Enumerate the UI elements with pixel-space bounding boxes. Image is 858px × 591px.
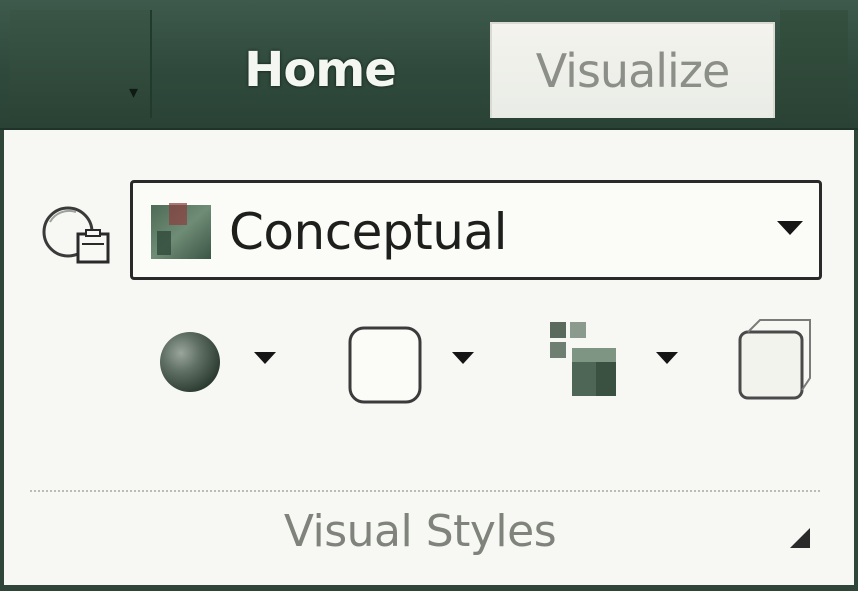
visual-style-dropdown[interactable]: Conceptual [130,180,822,280]
visual-style-value: Conceptual [229,203,508,261]
shadow-dropdown-arrow-icon[interactable] [656,352,678,364]
xray-toggle-button[interactable] [730,318,820,404]
shadow-cubes-icon [550,322,616,396]
dropdown-arrow-icon[interactable] [777,221,803,235]
edge-style-box-icon [348,326,422,404]
tab-home-label: Home [244,42,397,98]
shaded-sphere-icon [160,332,220,392]
visual-style-manager-icon[interactable] [36,200,116,270]
tab-visualize-label: Visualize [535,44,731,98]
application-menu-button[interactable]: ▾ [10,10,152,118]
xray-cube-icon [738,319,811,400]
shadow-style-button[interactable] [540,318,690,404]
chevron-down-icon: ▾ [128,82,138,103]
panel-title: Visual Styles [283,506,557,557]
panel-divider [30,490,820,492]
edge-style-button[interactable] [340,318,490,404]
conceptual-style-icon [149,201,213,263]
edge-dropdown-arrow-icon[interactable] [452,352,474,364]
shading-dropdown-arrow-icon[interactable] [254,352,276,364]
ribbon-tab-strip: ▾ Home Visualize [0,0,858,130]
tab-home[interactable]: Home [170,22,470,118]
ribbon-window: ▾ Home Visualize Conceptual Visual Style… [0,0,858,591]
shading-style-button[interactable] [150,318,290,404]
tab-strip-filler [780,10,848,118]
panel-launcher-icon[interactable] [784,522,816,554]
tab-visualize[interactable]: Visualize [490,22,775,118]
